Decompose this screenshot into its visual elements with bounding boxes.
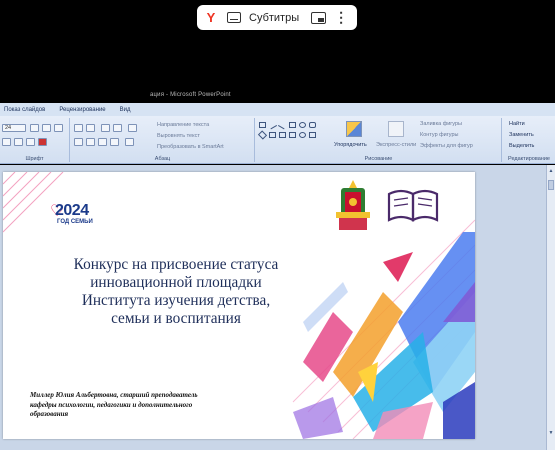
select-button[interactable]: Выделить (509, 143, 534, 149)
year-logo-subtitle: ГОД СЕМЬИ (57, 219, 93, 225)
scroll-down-icon[interactable]: ▼ (548, 430, 554, 436)
book-icon (387, 189, 439, 222)
quick-styles-icon[interactable] (388, 121, 404, 137)
window-title: ация - Microsoft PowerPoint (150, 92, 231, 98)
drawing-group-label: Рисование (364, 156, 393, 162)
ribbon-tabs: Показ слайдов Рецензирование Вид (0, 103, 555, 116)
tab-slideshow[interactable]: Показ слайдов (4, 107, 45, 113)
line-shape-icon[interactable] (267, 120, 278, 130)
shape-fill-button[interactable]: Заливка фигуры (420, 121, 462, 127)
font-size-value: 24 (5, 125, 12, 131)
shape-outline-button[interactable]: Контур фигуры (420, 132, 458, 138)
indent-increase-icon[interactable] (113, 124, 122, 132)
slide-author-line: кафедры психологии, педагогики и дополни… (30, 400, 193, 409)
year-logo-number: 2024 (55, 202, 89, 219)
scroll-thumb[interactable] (548, 180, 554, 190)
player-toolbar: Y Субтитры ⋮ (197, 5, 357, 30)
columns-icon[interactable] (125, 138, 134, 146)
justify-icon[interactable] (110, 138, 119, 146)
font-group-label: Шрифт (25, 156, 44, 162)
oval-shape-icon[interactable] (299, 122, 306, 128)
font-group: 24 Шрифт (0, 118, 70, 162)
slide-title-line: инновационной площадки (90, 274, 262, 291)
star-shape-icon[interactable] (309, 132, 316, 138)
editing-group-label: Редактирование (508, 156, 550, 162)
slide-title: Конкурс на присвоение статуса инновацион… (51, 256, 301, 328)
slide-title-line: Института изучения детства, (81, 292, 271, 309)
arrange-button[interactable]: Упорядочить (334, 142, 367, 148)
spacing-icon[interactable] (14, 138, 23, 146)
arrow-right-shape-icon[interactable] (289, 132, 296, 138)
screen: Y Субтитры ⋮ ация - Microsoft PowerPoint… (0, 0, 555, 450)
cloud-shape-icon[interactable] (299, 132, 306, 138)
subtitles-icon[interactable] (227, 12, 241, 23)
rounded-rect-shape-icon[interactable] (309, 122, 316, 128)
coat-of-arms-icon (336, 180, 370, 230)
bracket-shape-icon[interactable] (279, 132, 286, 138)
tab-review[interactable]: Рецензирование (59, 107, 105, 113)
textbox-shape-icon[interactable] (259, 122, 266, 128)
editing-group: Найти Заменить Выделить Редактирование (503, 118, 555, 162)
vertical-scrollbar[interactable] (546, 165, 555, 450)
arrange-icon[interactable] (346, 121, 362, 137)
picture-in-picture-icon[interactable] (311, 11, 327, 24)
replace-button[interactable]: Заменить (509, 132, 534, 138)
shape-effects-button[interactable]: Эффекты для фигур (420, 143, 473, 149)
case-icon[interactable] (26, 138, 35, 146)
align-center-icon[interactable] (86, 138, 95, 146)
paragraph-group: Направление текста Выровнять текст Преоб… (71, 118, 255, 162)
slide-title-line: семьи и воспитания (111, 310, 241, 327)
quick-styles-button[interactable]: Экспресс-стили (376, 142, 416, 148)
grow-font-icon[interactable] (30, 124, 39, 132)
slide-canvas[interactable]: ♡ 2024 ГОД СЕМЬИ Конкурс на присвоение с… (3, 172, 475, 439)
slide-author-line: образования (30, 410, 69, 418)
brace-shape-icon[interactable] (269, 132, 276, 138)
bullets-icon[interactable] (74, 124, 83, 132)
indent-decrease-icon[interactable] (101, 124, 110, 132)
font-color-icon[interactable] (38, 138, 47, 146)
align-right-icon[interactable] (98, 138, 107, 146)
align-left-icon[interactable] (74, 138, 83, 146)
slide-author: Миллер Юлия Альбертовна, старший препода… (30, 391, 280, 420)
font-size-select[interactable]: 24 (2, 124, 26, 132)
align-text-button[interactable]: Выровнять текст (157, 133, 200, 139)
more-options-icon[interactable]: ⋮ (334, 9, 348, 26)
smartart-button[interactable]: Преобразовать в SmartArt (157, 144, 224, 150)
numbering-icon[interactable] (86, 124, 95, 132)
subtitles-button[interactable]: Субтитры (249, 12, 299, 24)
find-button[interactable]: Найти (509, 121, 525, 127)
text-direction-button[interactable]: Направление текста (157, 122, 209, 128)
ribbon: 24 Шрифт Направление текста Выровнять те (0, 116, 555, 164)
yandex-icon[interactable]: Y (203, 10, 219, 25)
drawing-group: Упорядочить Экспресс-стили Заливка фигур… (256, 118, 502, 162)
slide-author-line: Миллер Юлия Альбертовна, старший препода… (30, 391, 198, 399)
tab-view[interactable]: Вид (120, 107, 131, 113)
rect-shape-icon[interactable] (289, 122, 296, 128)
paragraph-group-label: Абзац (154, 156, 171, 162)
clear-format-icon[interactable] (54, 124, 63, 132)
diamond-shape-icon[interactable] (257, 130, 268, 140)
slide-title-line: Конкурс на присвоение статуса (73, 256, 279, 273)
arrow-shape-icon[interactable] (277, 120, 288, 130)
scroll-up-icon[interactable]: ▲ (548, 168, 554, 174)
line-spacing-icon[interactable] (128, 124, 137, 132)
strike-icon[interactable] (2, 138, 11, 146)
shrink-font-icon[interactable] (42, 124, 51, 132)
